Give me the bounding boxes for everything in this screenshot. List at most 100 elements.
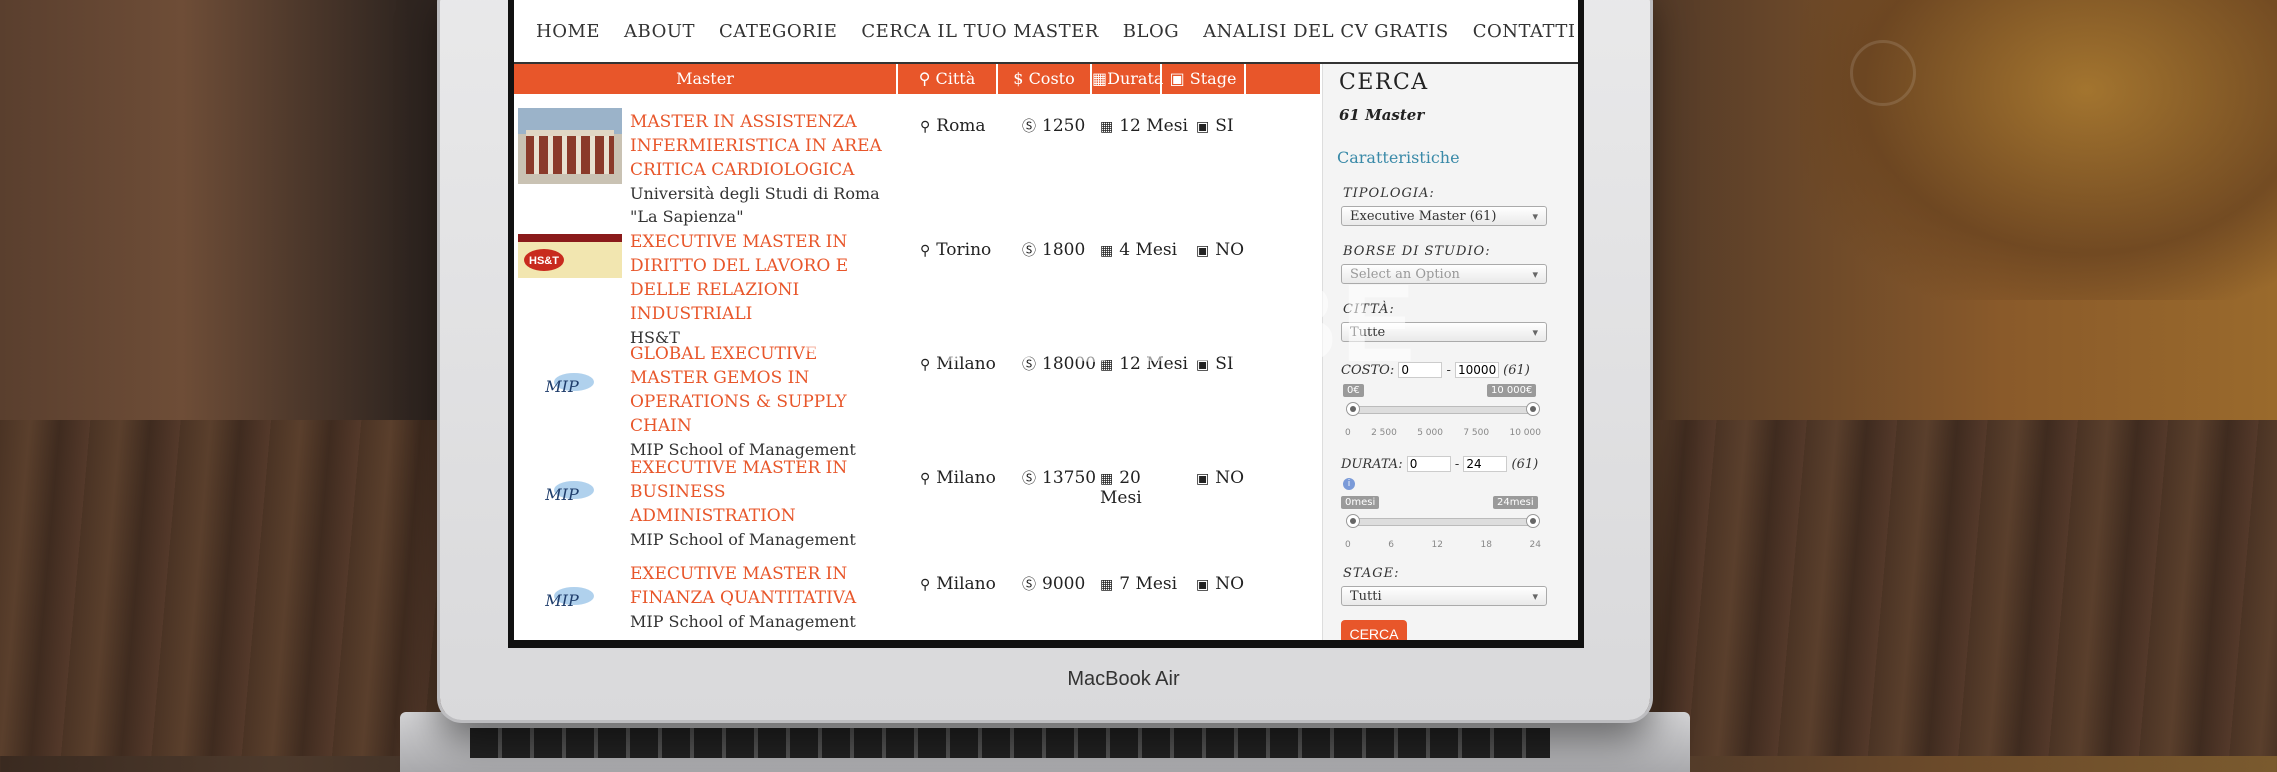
briefcase-icon: ▣ xyxy=(1169,69,1185,88)
tipologia-select[interactable]: Executive Master (61) xyxy=(1341,206,1547,227)
stage-cell: ▣ NO xyxy=(1196,240,1245,260)
column-stage[interactable]: ▣ Stage xyxy=(1162,64,1246,94)
main-nav: HOME ABOUT CATEGORIE CERCA IL TUO MASTER… xyxy=(514,0,1578,64)
calendar-icon: ▦ xyxy=(1100,357,1114,373)
master-title[interactable]: EXECUTIVE MASTER IN DIRITTO DEL LAVORO E… xyxy=(630,230,890,349)
column-master[interactable]: Master xyxy=(514,64,898,94)
costo-min-handle[interactable] xyxy=(1346,402,1360,416)
duration-cell: ▦ 12 Mesi xyxy=(1100,354,1188,374)
master-title[interactable]: EXECUTIVE MASTER IN FINANZA QUANTITATIVA… xyxy=(630,562,890,633)
costo-label: COSTO: xyxy=(1341,363,1395,378)
calendar-icon: ▦ xyxy=(1092,69,1108,88)
institution-name: Università degli Studi di Roma "La Sapie… xyxy=(630,184,880,226)
location-icon: ⚲ xyxy=(920,471,931,487)
stage-select[interactable]: Tutti xyxy=(1341,586,1547,607)
nav-contatti[interactable]: CONTATTI xyxy=(1473,21,1576,42)
mip-logo: MIP xyxy=(544,481,594,504)
costo-range: COSTO: - (61) xyxy=(1341,362,1530,378)
durata-ticks: 0 6 12 18 24 xyxy=(1345,540,1541,550)
costo-min-input[interactable] xyxy=(1398,362,1443,378)
hst-logo: HS&T xyxy=(518,234,622,278)
tipologia-label: TIPOLOGIA: xyxy=(1343,186,1435,201)
calendar-icon: ▦ xyxy=(1100,577,1114,593)
svg-text:MIP: MIP xyxy=(544,485,579,504)
dollar-icon: Ⓢ xyxy=(1022,357,1036,373)
duration-cell: ▦ 4 Mesi xyxy=(1100,240,1178,260)
master-list: MASTER IN ASSISTENZA INFERMIERISTICA IN … xyxy=(514,96,1314,640)
svg-text:HS&T: HS&T xyxy=(529,255,559,267)
dollar-icon: $ xyxy=(1013,69,1024,88)
location-icon: ⚲ xyxy=(920,577,931,593)
table-header: Master ⚲ Città $ Costo ▦Durata ▣ Stage xyxy=(514,64,1320,94)
table-row[interactable]: MIP GLOBAL EXECUTIVE MASTER GEMOS IN OPE… xyxy=(514,342,1314,459)
briefcase-icon: ▣ xyxy=(1196,119,1210,135)
column-cost[interactable]: $ Costo xyxy=(998,64,1092,94)
citta-label: CITTÀ: xyxy=(1343,302,1395,317)
borse-select[interactable]: Select an Option xyxy=(1341,264,1547,285)
durata-slider[interactable] xyxy=(1346,514,1540,528)
citta-select[interactable]: Tutte xyxy=(1341,322,1547,343)
cost-cell: Ⓢ 18000 xyxy=(1022,354,1097,374)
stage-cell: ▣ SI xyxy=(1196,354,1234,374)
city-cell: ⚲ Milano xyxy=(920,468,996,488)
dollar-icon: Ⓢ xyxy=(1022,243,1036,259)
nav-cerca-master[interactable]: CERCA IL TUO MASTER xyxy=(861,21,1098,42)
durata-label: DURATA: xyxy=(1341,457,1403,472)
master-title[interactable]: GLOBAL EXECUTIVE MASTER GEMOS IN OPERATI… xyxy=(630,342,890,461)
costo-count: (61) xyxy=(1503,363,1530,378)
dollar-icon: Ⓢ xyxy=(1022,577,1036,593)
cost-cell: Ⓢ 1250 xyxy=(1022,116,1086,136)
mip-logo: MIP xyxy=(544,587,594,610)
dollar-icon: Ⓢ xyxy=(1022,119,1036,135)
durata-max-handle[interactable] xyxy=(1526,514,1540,528)
costo-min-bubble: 0€ xyxy=(1343,384,1364,397)
durata-min-input[interactable] xyxy=(1406,456,1451,472)
city-cell: ⚲ Milano xyxy=(920,354,996,374)
institution-name: MIP School of Management xyxy=(630,530,856,549)
svg-text:MIP: MIP xyxy=(544,377,579,396)
background-lamp xyxy=(1850,40,1916,106)
costo-ticks: 02 500 5 000 7 500 10 000 xyxy=(1345,428,1541,438)
stage-cell: ▣ NO xyxy=(1196,574,1245,594)
info-icon[interactable]: i xyxy=(1343,478,1355,490)
durata-max-input[interactable] xyxy=(1463,456,1508,472)
briefcase-icon: ▣ xyxy=(1196,243,1210,259)
briefcase-icon: ▣ xyxy=(1196,357,1210,373)
web-page: HOME ABOUT CATEGORIE CERCA IL TUO MASTER… xyxy=(514,0,1578,640)
table-row[interactable]: MIP EXECUTIVE MASTER IN BUSINESS ADMINIS… xyxy=(514,456,1314,562)
section-caratteristiche[interactable]: Caratteristiche xyxy=(1337,148,1460,167)
costo-max-handle[interactable] xyxy=(1526,402,1540,416)
nav-home[interactable]: HOME xyxy=(536,21,600,42)
cost-cell: Ⓢ 9000 xyxy=(1022,574,1086,594)
master-title[interactable]: EXECUTIVE MASTER IN BUSINESS ADMINISTRAT… xyxy=(630,456,890,551)
costo-max-input[interactable] xyxy=(1455,362,1500,378)
nav-categorie[interactable]: CATEGORIE xyxy=(719,21,837,42)
cerca-button[interactable]: CERCA xyxy=(1341,620,1407,640)
column-spacer xyxy=(1246,64,1320,94)
location-icon: ⚲ xyxy=(920,243,931,259)
nav-about[interactable]: ABOUT xyxy=(624,21,695,42)
location-icon: ⚲ xyxy=(918,69,931,88)
table-row[interactable]: MASTER IN ASSISTENZA INFERMIERISTICA IN … xyxy=(514,96,1314,228)
laptop-brand: MacBook Air xyxy=(1067,668,1180,690)
durata-count: (61) xyxy=(1511,457,1539,472)
search-sidebar: CERCA 61 Master Caratteristiche TIPOLOGI… xyxy=(1322,64,1578,640)
table-row[interactable]: HS&T EXECUTIVE MASTER IN DIRITTO DEL LAV… xyxy=(514,228,1314,347)
institution-name: MIP School of Management xyxy=(630,612,856,631)
city-cell: ⚲ Roma xyxy=(920,116,986,136)
svg-text:MIP: MIP xyxy=(544,591,579,610)
master-title[interactable]: MASTER IN ASSISTENZA INFERMIERISTICA IN … xyxy=(630,110,890,228)
durata-max-bubble: 24mesi xyxy=(1493,496,1538,509)
stage-label: STAGE: xyxy=(1343,566,1400,581)
nav-blog[interactable]: BLOG xyxy=(1123,21,1179,42)
costo-slider[interactable] xyxy=(1346,402,1540,416)
sidebar-title: CERCA xyxy=(1339,70,1429,95)
duration-cell: ▦ 7 Mesi xyxy=(1100,574,1178,594)
column-duration[interactable]: ▦Durata xyxy=(1092,64,1163,94)
nav-analisi-cv[interactable]: ANALISI DEL CV GRATIS xyxy=(1203,21,1449,42)
column-city[interactable]: ⚲ Città xyxy=(898,64,998,94)
durata-min-handle[interactable] xyxy=(1346,514,1360,528)
table-row[interactable]: MIP EXECUTIVE MASTER IN FINANZA QUANTITA… xyxy=(514,562,1314,640)
city-cell: ⚲ Torino xyxy=(920,240,992,260)
university-building-logo xyxy=(518,108,622,184)
